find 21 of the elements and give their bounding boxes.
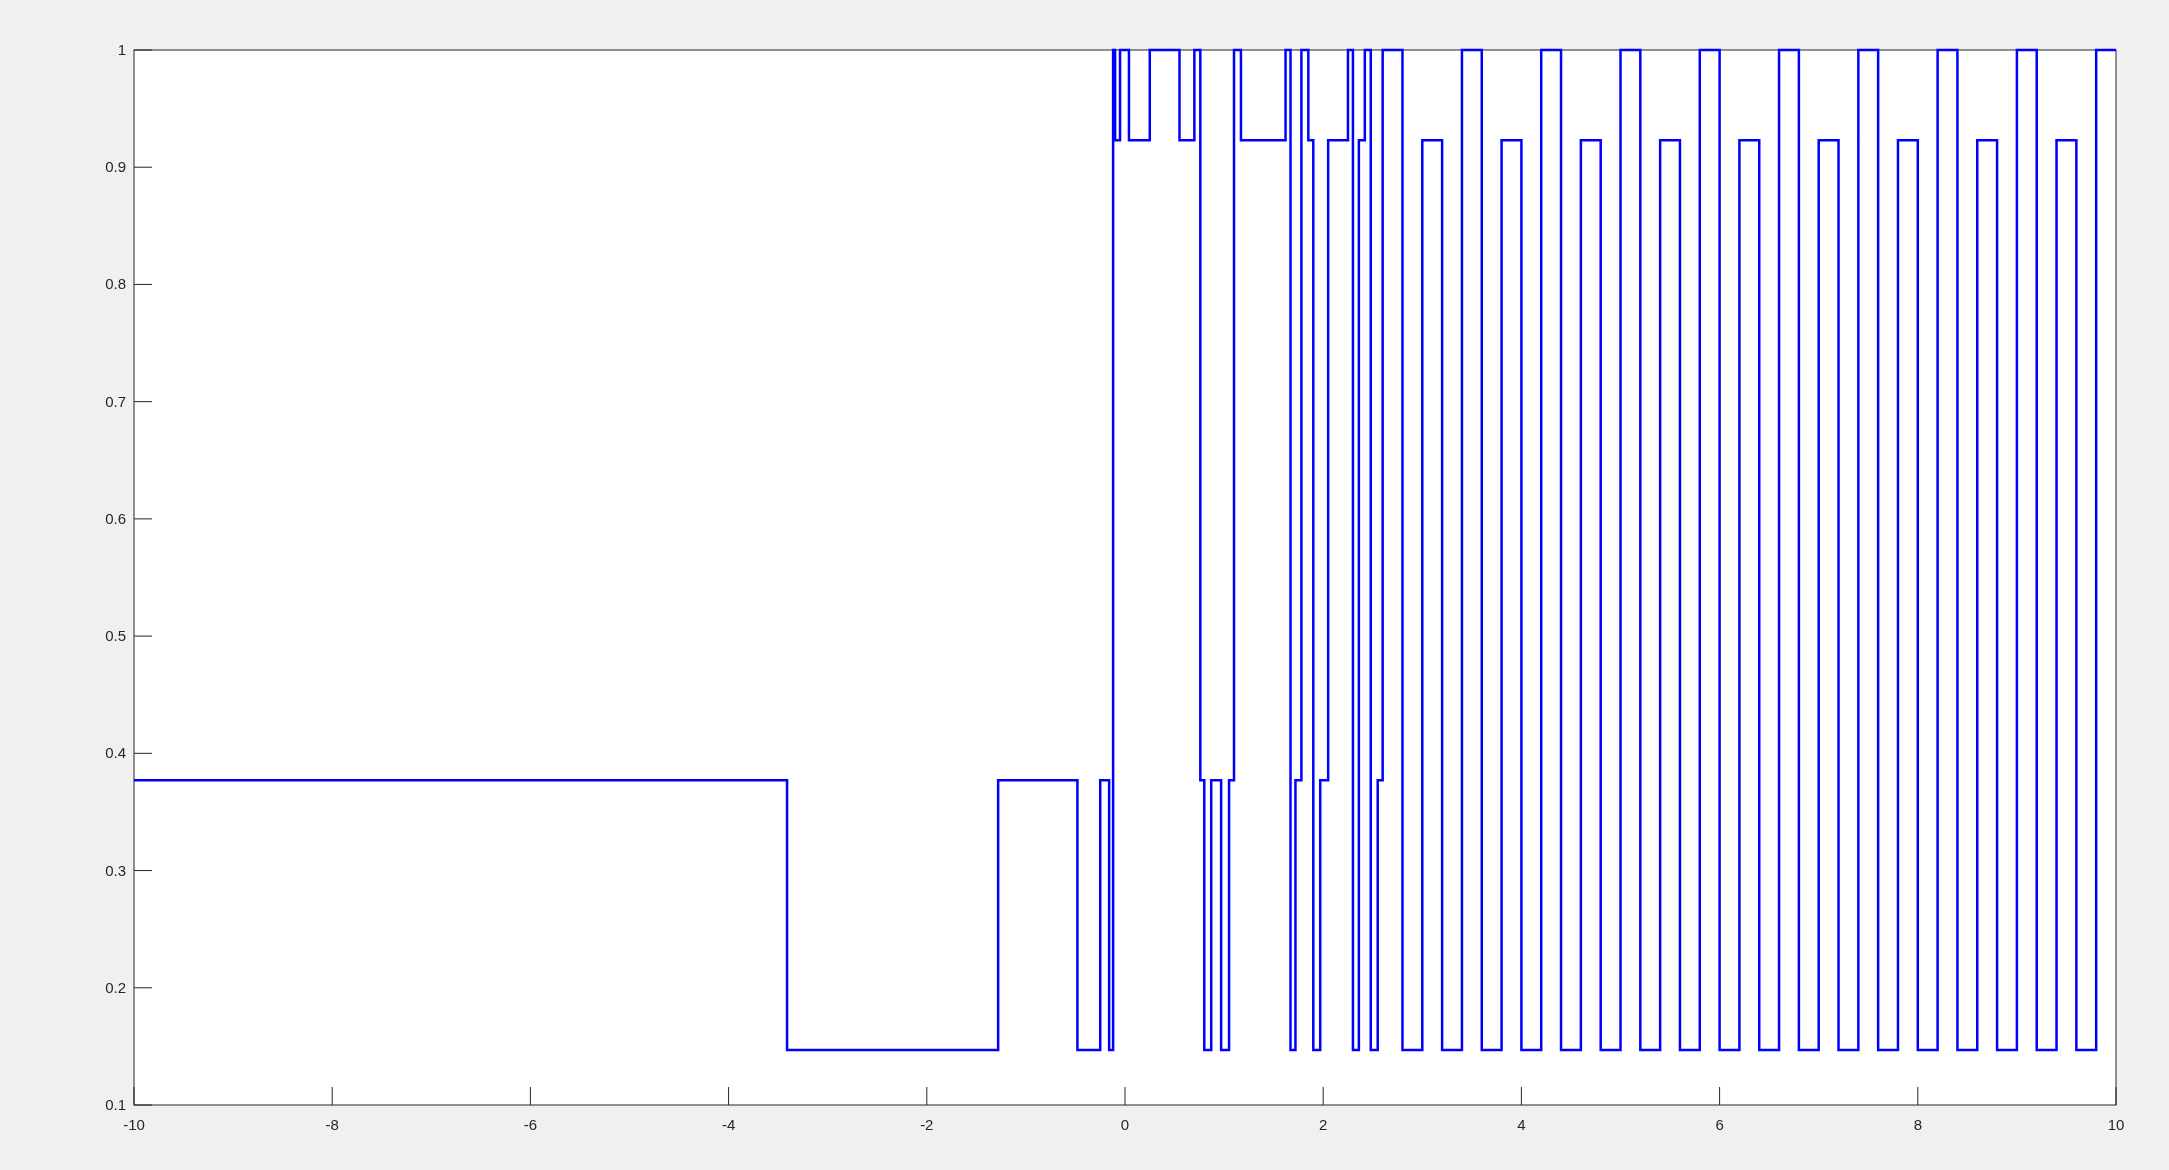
x-tick-label: 4 <box>1517 1116 1526 1133</box>
x-tick-label: 6 <box>1715 1116 1724 1133</box>
y-tick-label: 1 <box>117 41 126 58</box>
x-tick-label: -4 <box>721 1116 736 1133</box>
x-tick-label: 0 <box>1120 1116 1130 1133</box>
y-tick-label: 0.7 <box>105 392 126 410</box>
x-tick-label: 2 <box>1319 1116 1328 1133</box>
y-tick-label: 0.4 <box>105 744 126 762</box>
x-tick-label: 10 <box>2107 1116 2125 1133</box>
y-tick-label: 0.8 <box>105 275 126 293</box>
y-tick-label: 0.1 <box>105 1096 126 1113</box>
x-tick-label: 8 <box>1913 1116 1922 1133</box>
y-tick-label: 0.3 <box>105 861 126 879</box>
x-tick-label: -10 <box>123 1116 145 1133</box>
x-tick-label: -2 <box>920 1116 934 1133</box>
y-tick-label: 0.9 <box>105 158 126 176</box>
y-tick-label: 0.5 <box>105 627 126 645</box>
x-tick-label: -6 <box>523 1116 538 1133</box>
y-tick-label: 0.6 <box>105 509 126 527</box>
x-tick-label: -8 <box>325 1116 339 1133</box>
y-tick-label: 0.2 <box>105 978 126 996</box>
